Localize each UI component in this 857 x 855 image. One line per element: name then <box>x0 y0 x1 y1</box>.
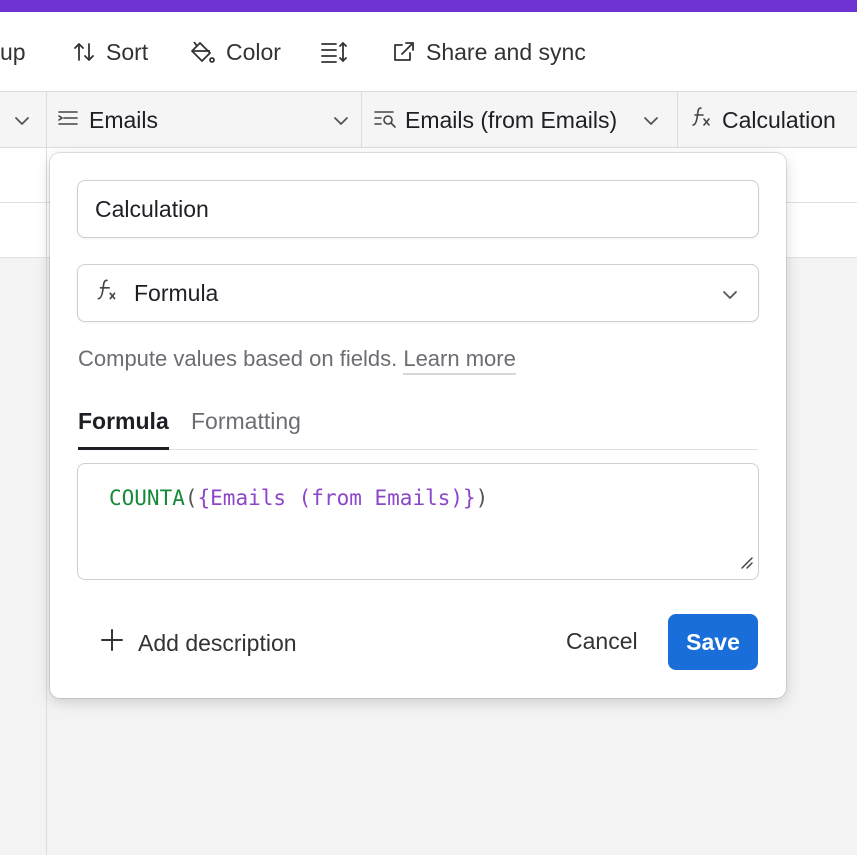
column-header-prev[interactable] <box>0 92 47 148</box>
external-link-icon <box>392 40 416 64</box>
formula-icon <box>689 105 713 135</box>
share-label: Share and sync <box>426 38 586 65</box>
column-label: Emails (from Emails) <box>405 106 618 133</box>
column-header-emails-lookup[interactable]: Emails (from Emails) <box>362 92 678 148</box>
long-text-icon <box>57 107 79 134</box>
field-config-dialog: Calculation Formula Compute values based… <box>50 153 786 698</box>
field-type-label: Formula <box>134 279 219 306</box>
field-name-input[interactable]: Calculation <box>77 180 759 238</box>
learn-more-link[interactable]: Learn more <box>403 346 516 375</box>
tab-formula[interactable]: Formula <box>78 408 169 450</box>
chevron-down-icon <box>720 284 740 311</box>
formula-function: COUNTA <box>109 486 185 510</box>
description-text: Compute values based on fields. <box>78 346 398 371</box>
chevron-down-icon[interactable] <box>331 110 351 137</box>
add-description-label: Add description <box>138 629 297 656</box>
save-button[interactable]: Save <box>668 614 758 670</box>
plus-icon <box>100 628 124 658</box>
sort-label: Sort <box>106 38 149 65</box>
row-height-button[interactable] <box>320 12 348 92</box>
column-header-emails[interactable]: Emails <box>47 92 362 148</box>
row-height-icon <box>320 40 348 64</box>
column-divider <box>46 148 47 855</box>
view-toolbar: up Sort Color Share and sync <box>0 12 857 92</box>
color-button[interactable]: Color <box>188 12 281 92</box>
color-label: Color <box>226 38 281 65</box>
add-description-button[interactable]: Add description <box>100 628 297 658</box>
formula-open-paren: ( <box>184 486 198 510</box>
sort-button[interactable]: Sort <box>72 12 148 92</box>
field-type-description: Compute values based on fields. Learn mo… <box>78 346 516 375</box>
sort-icon <box>72 40 96 64</box>
formula-code: COUNTA({Emails (from Emails)}) <box>109 486 488 510</box>
share-and-sync-button[interactable]: Share and sync <box>392 12 586 92</box>
formula-icon <box>94 277 120 309</box>
column-label: Calculation <box>722 106 836 133</box>
formula-close-paren: ) <box>475 486 489 510</box>
field-type-select[interactable]: Formula <box>77 264 759 322</box>
tab-formatting[interactable]: Formatting <box>191 408 301 450</box>
resize-handle-icon[interactable] <box>740 551 754 575</box>
cancel-button[interactable]: Cancel <box>566 628 638 655</box>
group-label: up <box>0 38 26 65</box>
formula-field-reference: {Emails (from Emails)} <box>197 486 476 510</box>
column-label: Emails <box>89 106 159 133</box>
column-header-calculation[interactable]: Calculation <box>678 92 857 148</box>
formula-tabs: Formula Formatting <box>78 408 758 450</box>
app-top-bar <box>0 0 857 12</box>
field-name-value: Calculation <box>95 195 209 222</box>
paint-bucket-icon <box>188 39 216 65</box>
column-header-row: Emails Emails (from Emails) Calculation <box>0 92 857 148</box>
chevron-down-icon[interactable] <box>641 110 661 137</box>
chevron-down-icon[interactable] <box>12 110 32 137</box>
lookup-icon <box>373 107 397 134</box>
formula-editor[interactable]: COUNTA({Emails (from Emails)}) <box>77 463 759 580</box>
group-button[interactable]: up <box>0 12 26 92</box>
